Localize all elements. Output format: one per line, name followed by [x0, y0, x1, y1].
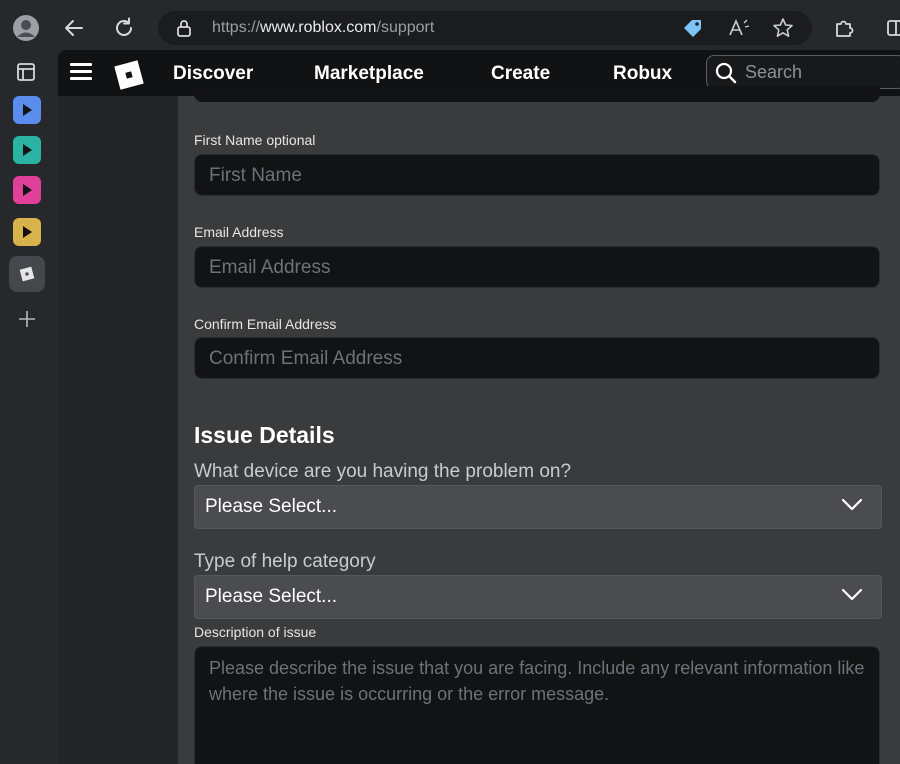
category-question-label: Type of help category [194, 551, 376, 572]
left-sidebar-panel [58, 96, 178, 764]
nav-create[interactable]: Create [491, 63, 550, 85]
chevron-down-icon [841, 588, 863, 607]
profile-avatar-icon[interactable] [10, 12, 42, 44]
reload-icon[interactable] [108, 12, 140, 44]
tab-roblox-active[interactable] [9, 256, 45, 292]
description-placeholder: Please describe the issue that you are f… [209, 658, 865, 704]
tab-video-4[interactable] [13, 218, 41, 246]
favorite-star-icon[interactable] [772, 17, 794, 44]
device-select[interactable]: Please Select... [194, 485, 882, 529]
play-icon [23, 226, 32, 238]
play-icon [23, 184, 32, 196]
previous-input-field[interactable] [194, 86, 880, 102]
email-field[interactable]: Email Address [194, 246, 880, 288]
tab-video-3[interactable] [13, 176, 41, 204]
new-tab-plus-icon[interactable] [16, 308, 38, 330]
email-label: Email Address [194, 224, 284, 240]
extensions-puzzle-icon[interactable] [828, 12, 860, 44]
browser-toolbar: https://www.roblox.com/support [0, 0, 900, 56]
hamburger-menu-icon[interactable] [70, 63, 92, 81]
description-label: Description of issue [194, 624, 317, 640]
first-name-placeholder: First Name [209, 165, 302, 186]
issue-details-heading: Issue Details [194, 422, 335, 448]
search-placeholder: Search [745, 62, 803, 82]
split-screen-icon[interactable] [880, 12, 900, 44]
read-aloud-icon[interactable] [728, 18, 750, 43]
nav-marketplace[interactable]: Marketplace [314, 63, 424, 85]
back-arrow-icon[interactable] [58, 12, 90, 44]
support-form: First Name optional First Name Email Add… [178, 86, 900, 764]
address-bar[interactable]: https://www.roblox.com/support [158, 11, 812, 45]
category-select-value: Please Select... [205, 586, 338, 607]
url-host: www.roblox.com [260, 19, 377, 36]
play-icon [23, 144, 32, 156]
device-question-label: What device are you having the problem o… [194, 461, 572, 482]
vertical-tab-strip [0, 56, 58, 764]
category-select[interactable]: Please Select... [194, 575, 882, 619]
play-icon [23, 104, 32, 116]
chevron-down-icon [841, 498, 863, 517]
tab-video-1[interactable] [13, 96, 41, 124]
search-icon [715, 62, 737, 89]
url-text[interactable]: https://www.roblox.com/support [212, 19, 434, 37]
search-input[interactable]: Search [706, 55, 900, 89]
tab-video-2[interactable] [13, 136, 41, 164]
nav-discover[interactable]: Discover [173, 63, 253, 85]
email-placeholder: Email Address [209, 257, 331, 278]
url-path: /support [376, 19, 435, 36]
browser-window: https://www.roblox.com/support Discover … [0, 0, 900, 764]
first-name-label: First Name optional [194, 132, 316, 148]
first-name-field[interactable]: First Name [194, 154, 880, 196]
confirm-email-placeholder: Confirm Email Address [209, 348, 403, 369]
roblox-logo-icon[interactable] [112, 58, 144, 90]
nav-robux[interactable]: Robux [613, 63, 672, 85]
shopping-tag-icon[interactable] [682, 18, 704, 43]
roblox-favicon-icon [19, 266, 35, 282]
lock-icon[interactable] [176, 19, 192, 42]
confirm-email-field[interactable]: Confirm Email Address [194, 337, 880, 379]
description-textarea[interactable]: Please describe the issue that you are f… [194, 646, 880, 764]
tab-actions-icon[interactable] [12, 58, 40, 86]
device-select-value: Please Select... [205, 496, 338, 517]
confirm-email-label: Confirm Email Address [194, 316, 337, 332]
url-prefix: https:// [212, 19, 261, 36]
